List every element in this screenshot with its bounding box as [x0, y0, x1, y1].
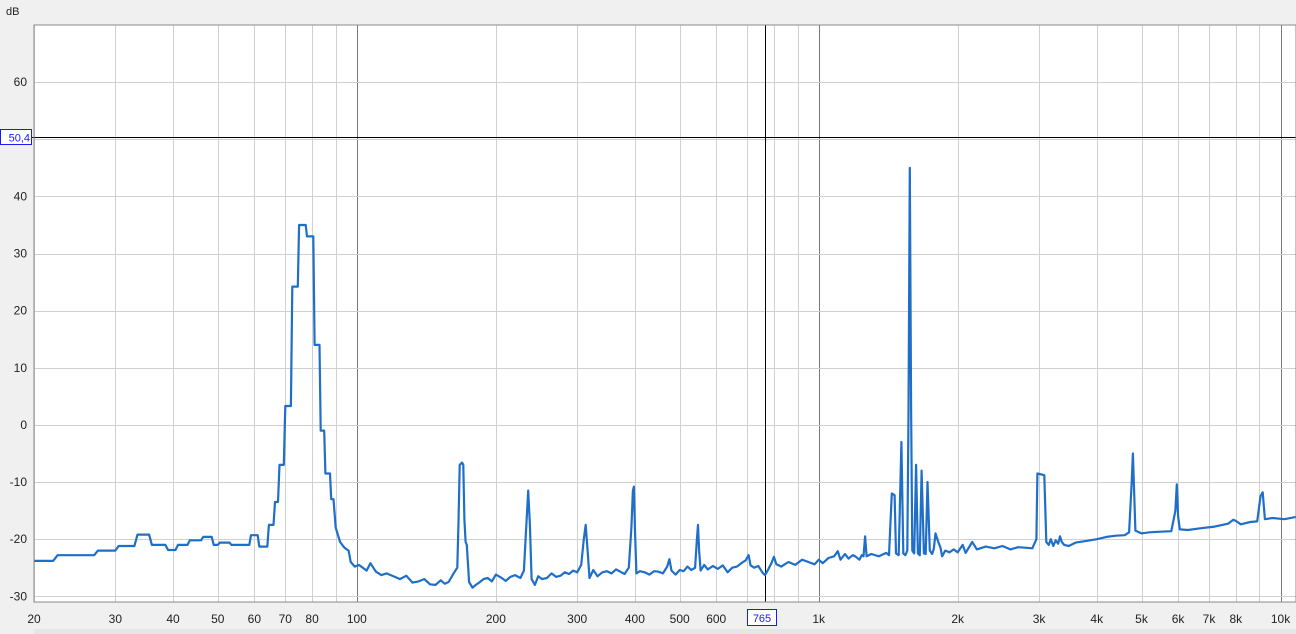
y-tick-label: 60	[14, 75, 28, 89]
x-tick-label: 50	[211, 612, 225, 626]
y-axis-unit-label: dB	[6, 6, 19, 18]
x-tick-label: 500	[670, 612, 690, 626]
x-tick-label: 7k	[1203, 612, 1217, 626]
cursor-x-readout: 765	[753, 613, 771, 625]
spectrum-chart: 20 30 40 50 60 70 80 100 200 300 400 500 600 1k 2k 3k 4k…	[0, 0, 1296, 634]
y-tick-label: 40	[14, 189, 28, 203]
x-tick-label: 400	[625, 612, 645, 626]
x-tick-label: 40	[166, 612, 180, 626]
x-tick-label: 60	[248, 612, 262, 626]
plot-area	[34, 25, 1296, 602]
x-tick-label: 70	[279, 612, 293, 626]
y-tick-label: -10	[10, 475, 28, 489]
y-tick-label: 30	[14, 247, 28, 261]
x-tick-label: 20	[27, 612, 41, 626]
x-tick-label: 8k	[1229, 612, 1243, 626]
cursor-y-readout: 50,4	[9, 133, 30, 145]
x-tick-label: 600	[706, 612, 726, 626]
x-tick-label: 80	[305, 612, 319, 626]
x-tick-label: 1k	[812, 612, 826, 626]
x-tick-label: 4k	[1090, 612, 1104, 626]
x-tick-label: 200	[486, 612, 506, 626]
x-tick-label: 2k	[951, 612, 965, 626]
x-tick-label: 100	[347, 612, 367, 626]
x-tick-label: 3k	[1033, 612, 1047, 626]
bottom-scroll-strip[interactable]	[34, 629, 1296, 634]
x-tick-label: 10k	[1271, 612, 1291, 626]
y-tick-label: 20	[14, 304, 28, 318]
x-tick-label: 6k	[1172, 612, 1186, 626]
x-tick-label: 5k	[1135, 612, 1149, 626]
y-tick-label: -20	[10, 532, 28, 546]
y-tick-label: 0	[20, 418, 27, 432]
y-tick-label: -30	[10, 589, 28, 603]
x-tick-label: 300	[567, 612, 587, 626]
x-tick-label: 30	[109, 612, 123, 626]
y-tick-label: 10	[14, 361, 28, 375]
